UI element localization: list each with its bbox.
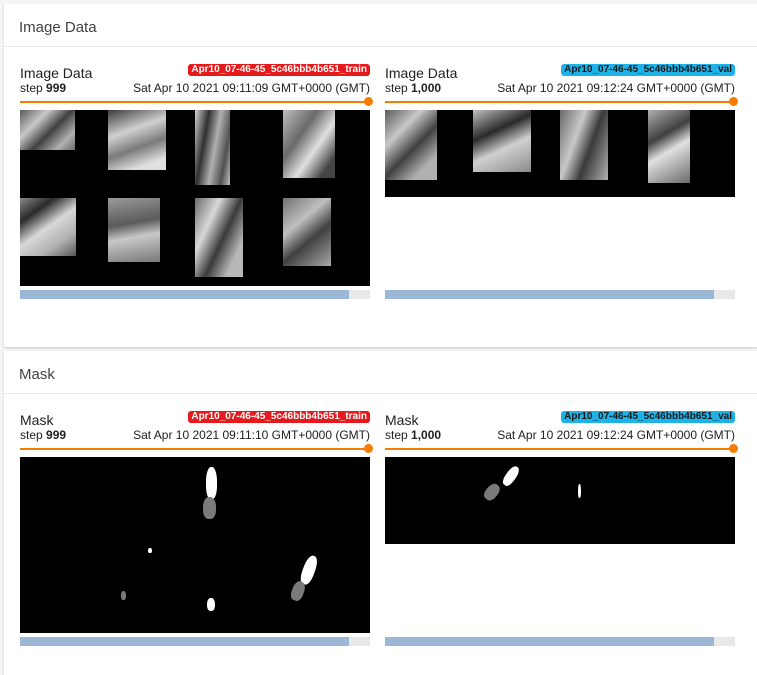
image-data-train-card: Image Data Apr10_07-46-45_5c46bbb4b651_t… bbox=[20, 64, 373, 299]
image-data-section: Image Data Image Data Apr10_07-46-45_5c4… bbox=[4, 4, 757, 347]
horizontal-scrollbar[interactable] bbox=[20, 637, 370, 646]
image-tile bbox=[560, 110, 608, 180]
mask-grid bbox=[385, 457, 735, 544]
run-badge-train: Apr10_07-46-45_5c46bbb4b651_train bbox=[188, 64, 370, 76]
mask-section-header[interactable]: Mask bbox=[4, 351, 757, 394]
image-tile bbox=[108, 198, 160, 262]
card-title: Image Data bbox=[20, 65, 93, 81]
step-slider-handle[interactable] bbox=[729, 444, 738, 453]
mask-region bbox=[288, 579, 308, 603]
timestamp: Sat Apr 10 2021 09:11:09 GMT+0000 (GMT) bbox=[133, 81, 370, 95]
mask-val-card: Mask Apr10_07-46-45_5c46bbb4b651_val ste… bbox=[385, 411, 738, 646]
step-label: step 1,000 bbox=[385, 428, 442, 442]
step-value: 1,000 bbox=[411, 81, 442, 95]
scrollbar-thumb[interactable] bbox=[385, 290, 714, 299]
step-slider[interactable] bbox=[20, 101, 366, 103]
image-tile bbox=[20, 110, 75, 150]
image-tile bbox=[20, 198, 76, 256]
step-slider[interactable] bbox=[385, 101, 731, 103]
run-badge-val: Apr10_07-46-45_5c46bbb4b651_val bbox=[561, 64, 735, 76]
horizontal-scrollbar[interactable] bbox=[20, 290, 370, 299]
step-value: 999 bbox=[46, 428, 67, 442]
image-tile bbox=[283, 198, 331, 266]
step-value: 999 bbox=[46, 81, 67, 95]
image-tile bbox=[195, 110, 230, 185]
timestamp: Sat Apr 10 2021 09:12:24 GMT+0000 (GMT) bbox=[497, 428, 735, 442]
card-title: Mask bbox=[20, 412, 54, 428]
image-tile bbox=[195, 198, 243, 277]
mask-grid bbox=[20, 457, 370, 633]
step-label: step 1,000 bbox=[385, 81, 442, 95]
image-data-section-header[interactable]: Image Data bbox=[4, 4, 757, 47]
image-grid bbox=[385, 110, 735, 197]
step-value: 1,000 bbox=[411, 428, 442, 442]
mask-region bbox=[500, 464, 522, 488]
scrollbar-thumb[interactable] bbox=[20, 290, 349, 299]
step-slider[interactable] bbox=[20, 448, 366, 450]
horizontal-scrollbar[interactable] bbox=[385, 637, 735, 646]
mask-region bbox=[578, 484, 581, 498]
mask-region bbox=[148, 548, 152, 553]
image-tile bbox=[385, 110, 437, 180]
step-label: step 999 bbox=[20, 428, 67, 442]
mask-region bbox=[203, 497, 216, 519]
card-title: Image Data bbox=[385, 65, 458, 81]
mask-section: Mask Mask Apr10_07-46-45_5c46bbb4b651_tr… bbox=[4, 351, 757, 675]
mask-region bbox=[481, 481, 503, 503]
scrollbar-thumb[interactable] bbox=[385, 637, 714, 646]
image-tile bbox=[108, 110, 166, 170]
timestamp: Sat Apr 10 2021 09:12:24 GMT+0000 (GMT) bbox=[497, 81, 735, 95]
image-tile bbox=[648, 110, 690, 183]
step-label: step 999 bbox=[20, 81, 67, 95]
image-tile bbox=[473, 110, 531, 172]
image-data-val-card: Image Data Apr10_07-46-45_5c46bbb4b651_v… bbox=[385, 64, 738, 299]
step-slider[interactable] bbox=[385, 448, 731, 450]
mask-region bbox=[206, 467, 217, 499]
timestamp: Sat Apr 10 2021 09:11:10 GMT+0000 (GMT) bbox=[133, 428, 370, 442]
card-title: Mask bbox=[385, 412, 419, 428]
step-slider-handle[interactable] bbox=[729, 97, 738, 106]
step-slider-handle[interactable] bbox=[364, 444, 373, 453]
horizontal-scrollbar[interactable] bbox=[385, 290, 735, 299]
image-tile bbox=[283, 110, 335, 178]
run-badge-val: Apr10_07-46-45_5c46bbb4b651_val bbox=[561, 411, 735, 423]
mask-train-card: Mask Apr10_07-46-45_5c46bbb4b651_train s… bbox=[20, 411, 373, 646]
scrollbar-thumb[interactable] bbox=[20, 637, 349, 646]
step-slider-handle[interactable] bbox=[364, 97, 373, 106]
image-grid bbox=[20, 110, 370, 286]
mask-region bbox=[121, 591, 126, 600]
run-badge-train: Apr10_07-46-45_5c46bbb4b651_train bbox=[188, 411, 370, 423]
mask-region bbox=[207, 598, 215, 611]
